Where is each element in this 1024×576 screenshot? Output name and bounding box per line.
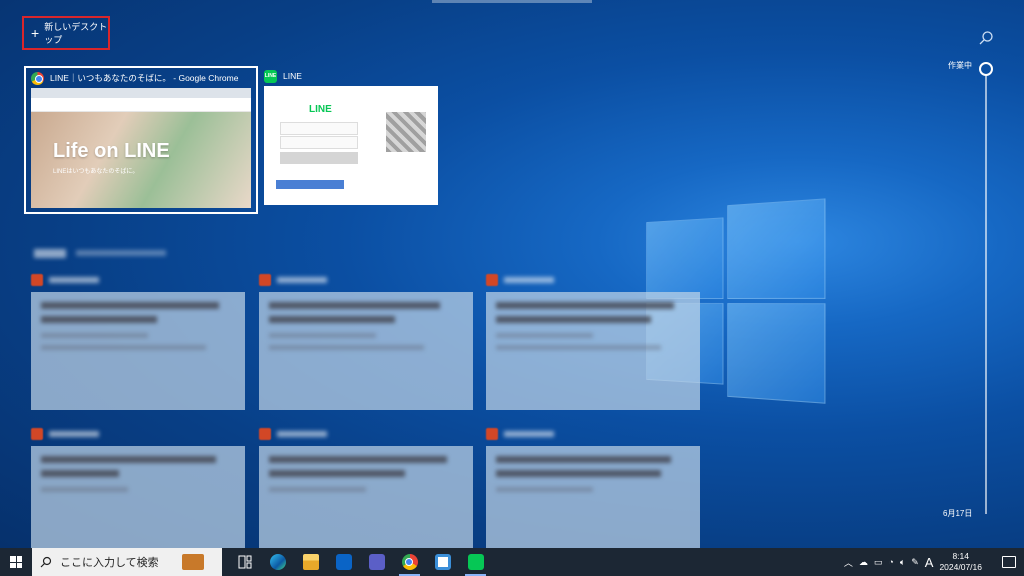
timeline-section-header: [34, 246, 184, 260]
timeline-track[interactable]: [985, 68, 987, 514]
edge-icon[interactable]: [261, 548, 294, 576]
new-desktop-label: 新しいデスクトップ: [44, 22, 108, 45]
login-button-preview: [280, 152, 358, 164]
clock-time: 8:14: [952, 551, 969, 561]
search-icon[interactable]: [978, 30, 994, 46]
system-tray: ︿ ☁ ▭ ◔ 🔈︎ ✎ A 8:14 2024/07/16: [844, 548, 1024, 576]
activity-card[interactable]: [31, 272, 245, 410]
timeline-now-label: 作業中: [948, 61, 972, 70]
powerpoint-icon: [31, 274, 43, 286]
window-title: LINE｜いつもあなたのそばに。 - Google Chrome: [50, 73, 239, 83]
top-edge-indicator: [432, 0, 592, 3]
preview-hero-title: Life on LINE: [53, 140, 170, 162]
clock-date: 2024/07/16: [939, 562, 982, 572]
timeline-handle[interactable]: [979, 62, 993, 76]
briefcase-icon: [182, 554, 204, 570]
taskbar: ここに入力して検索 ︿ ☁ ▭ ◔ 🔈︎ ✎ A 8:14 2024/07/16: [0, 548, 1024, 576]
window-preview: Life on LINE LINEはいつもあなたのそばに。: [31, 88, 251, 208]
chrome-icon[interactable]: [393, 548, 426, 576]
line-logo-text: LINE: [309, 104, 332, 115]
app-window-icon[interactable]: [426, 548, 459, 576]
search-placeholder: ここに入力して検索: [60, 557, 159, 569]
password-field-preview: [280, 136, 358, 149]
line-icon: LINE: [264, 69, 277, 83]
email-field-preview: [280, 122, 358, 135]
notification-icon[interactable]: [1002, 556, 1016, 568]
onedrive-icon[interactable]: ☁: [859, 557, 868, 568]
start-button[interactable]: [0, 548, 32, 576]
pen-icon[interactable]: ✎: [911, 557, 919, 568]
activity-card[interactable]: [486, 426, 700, 564]
activity-card[interactable]: [259, 272, 473, 410]
preview-hero-subtitle: LINEはいつもあなたのそばに。: [53, 169, 139, 175]
ime-indicator[interactable]: A: [925, 555, 934, 570]
new-desktop-button[interactable]: + 新しいデスクトップ: [22, 16, 110, 50]
volume-icon[interactable]: 🔈︎: [900, 557, 905, 568]
task-view-icon[interactable]: [228, 548, 261, 576]
chrome-icon: [31, 71, 44, 85]
search-icon: [40, 556, 52, 568]
powerpoint-icon: [31, 428, 43, 440]
activity-card[interactable]: [259, 426, 473, 564]
powerpoint-icon: [259, 274, 271, 286]
activity-card[interactable]: [486, 272, 700, 410]
window-thumbnail-chrome[interactable]: LINE｜いつもあなたのそばに。 - Google Chrome Life on…: [24, 66, 258, 214]
chevron-up-icon[interactable]: ︿: [844, 556, 853, 569]
activity-card[interactable]: [31, 426, 245, 564]
plus-icon: +: [31, 25, 40, 41]
powerpoint-icon: [486, 428, 498, 440]
taskbar-search-box[interactable]: ここに入力して検索: [32, 548, 222, 576]
teams-icon[interactable]: [360, 548, 393, 576]
timeline-date-label: 6月17日: [943, 509, 973, 518]
qr-code-image: [386, 112, 426, 152]
powerpoint-icon: [259, 428, 271, 440]
window-preview: LINE: [264, 86, 438, 205]
file-explorer-icon[interactable]: [294, 548, 327, 576]
blue-button-preview: [276, 180, 344, 189]
clock[interactable]: 8:14 2024/07/16: [939, 551, 982, 573]
outlook-icon[interactable]: [327, 548, 360, 576]
network-icon[interactable]: ◔: [888, 557, 893, 567]
battery-icon[interactable]: ▭: [874, 557, 883, 568]
powerpoint-icon: [486, 274, 498, 286]
window-title: LINE: [283, 71, 302, 81]
window-thumbnail-line[interactable]: LINE LINE LINE: [264, 66, 438, 205]
line-icon[interactable]: [459, 548, 492, 576]
windows-start-icon: [10, 556, 22, 568]
